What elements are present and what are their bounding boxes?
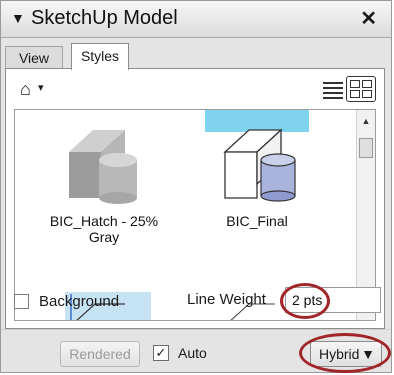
list-view-icon[interactable] [322, 79, 344, 99]
thumbnail-view-icon[interactable] [346, 76, 376, 102]
home-icon[interactable]: ⌂ [20, 79, 31, 100]
dropdown-arrow-icon[interactable]: ▼ [361, 342, 375, 366]
close-icon[interactable]: ✕ [360, 6, 377, 31]
auto-label: Auto [178, 345, 207, 361]
panel-title: SketchUp Model [31, 7, 178, 29]
scroll-up-icon[interactable]: ▲ [357, 112, 375, 130]
auto-checkbox[interactable]: ✓ [153, 345, 169, 361]
collapse-arrow-icon[interactable]: ▼ [11, 10, 25, 26]
line-weight-input[interactable] [285, 287, 381, 313]
tab-view[interactable]: View [5, 46, 63, 69]
scrollbar-thumb[interactable] [359, 138, 373, 158]
panel-title-bar[interactable]: ▼ SketchUp Model ✕ [1, 1, 391, 38]
style-thumbnail-bic-hatch[interactable] [55, 122, 145, 204]
render-mode-select[interactable]: Hybrid ▼ [310, 341, 382, 367]
style-name-bic-final: BIC_Final [226, 213, 288, 229]
style-name-bic-hatch: BIC_Hatch - 25% Gray [49, 213, 159, 245]
rendered-button[interactable]: Rendered [60, 341, 140, 367]
background-label: Background [39, 293, 120, 310]
background-checkbox[interactable] [14, 294, 29, 309]
home-dropdown-icon[interactable]: ▾ [38, 81, 44, 94]
line-weight-label: Line Weight [187, 291, 266, 308]
divider [1, 329, 391, 330]
sketchup-model-panel: ▼ SketchUp Model ✕ View Styles ⌂ ▾ BIC_H [0, 0, 392, 373]
tab-styles[interactable]: Styles [71, 43, 129, 70]
render-mode-value: Hybrid [319, 346, 360, 362]
style-thumbnail-bic-final[interactable] [205, 110, 309, 206]
